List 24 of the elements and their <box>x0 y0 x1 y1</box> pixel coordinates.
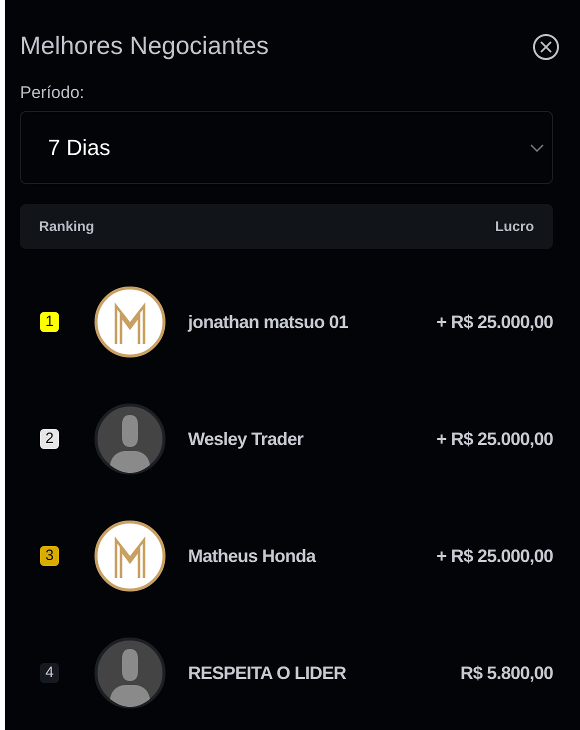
profit-value: + R$ 25.000,00 <box>436 428 553 450</box>
rank-badge: 3 <box>40 546 59 566</box>
logo-avatar <box>94 286 166 358</box>
rank-badge: 1 <box>40 312 59 332</box>
close-button[interactable] <box>533 34 559 60</box>
trader-name: Wesley Trader <box>188 428 304 451</box>
trader-name: Matheus Honda <box>188 544 316 568</box>
column-header: Ranking <box>39 217 94 236</box>
period-label: Período: <box>20 82 86 104</box>
chevron-down-icon <box>530 144 544 152</box>
profit-value: R$ 5.800,00 <box>460 662 553 684</box>
profit-value: + R$ 25.000,00 <box>436 544 553 568</box>
column-header: Lucro <box>495 217 534 236</box>
period-dropdown[interactable]: 7 Dias <box>20 111 553 184</box>
logo-avatar <box>94 520 166 592</box>
user-avatar <box>94 403 166 475</box>
profit-value: + R$ 25.000,00 <box>436 310 553 334</box>
close-icon <box>539 40 553 54</box>
user-avatar <box>94 637 166 709</box>
trader-name: RESPEITA O LIDER <box>188 662 346 684</box>
rank-badge: 4 <box>40 663 59 683</box>
trader-name: jonathan matsuo 01 <box>188 310 348 334</box>
rank-badge: 2 <box>40 429 59 449</box>
panel-title: Melhores Negociantes <box>20 31 269 62</box>
